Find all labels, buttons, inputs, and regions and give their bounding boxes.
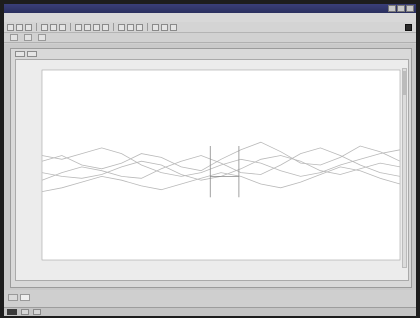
open-icon[interactable] <box>16 23 23 31</box>
cut-icon[interactable] <box>41 23 48 31</box>
title-bar <box>4 4 416 13</box>
option-dropdown[interactable] <box>24 34 32 41</box>
stop-icon[interactable] <box>127 23 134 31</box>
toolbar <box>4 22 416 33</box>
waveform-chart[interactable] <box>16 60 410 282</box>
save-icon[interactable] <box>25 23 32 31</box>
workspace <box>4 44 416 290</box>
options-toolbar <box>4 33 416 43</box>
bottom-tab[interactable] <box>8 294 18 301</box>
run-icon[interactable] <box>118 23 125 31</box>
bottom-tab[interactable] <box>20 294 30 301</box>
taskbar-app[interactable] <box>33 309 41 315</box>
document-tabs <box>15 51 37 57</box>
bottom-tabs <box>8 294 30 301</box>
export-icon[interactable] <box>170 23 177 31</box>
doc-tab[interactable] <box>15 51 25 57</box>
taskbar <box>4 307 416 316</box>
start-button[interactable] <box>7 309 17 315</box>
photo-frame <box>0 0 420 318</box>
toolbar-divider <box>147 23 148 31</box>
settings-icon[interactable] <box>136 23 143 31</box>
table-icon[interactable] <box>161 23 168 31</box>
toolbar-divider <box>113 23 114 31</box>
chart-icon[interactable] <box>152 23 159 31</box>
cursor-icon[interactable] <box>102 23 109 31</box>
app-window <box>4 4 416 316</box>
menu-bar <box>4 13 416 22</box>
vertical-scrollbar[interactable] <box>402 68 407 268</box>
copy-icon[interactable] <box>50 23 57 31</box>
zoom-in-icon[interactable] <box>75 23 82 31</box>
maximize-button[interactable] <box>397 5 405 12</box>
window-controls <box>388 5 414 12</box>
scrollbar-thumb[interactable] <box>403 71 406 95</box>
doc-tab[interactable] <box>27 51 37 57</box>
zoom-out-icon[interactable] <box>84 23 91 31</box>
new-icon[interactable] <box>7 23 14 31</box>
option-dropdown[interactable] <box>10 34 18 41</box>
taskbar-app[interactable] <box>21 309 29 315</box>
plot-panel <box>15 59 409 281</box>
option-dropdown[interactable] <box>38 34 46 41</box>
pan-icon[interactable] <box>93 23 100 31</box>
minimize-button[interactable] <box>388 5 396 12</box>
toolbar-divider <box>70 23 71 31</box>
toolbar-divider <box>36 23 37 31</box>
close-button[interactable] <box>406 5 414 12</box>
stop-icon[interactable] <box>405 24 412 31</box>
document-window <box>10 48 412 288</box>
paste-icon[interactable] <box>59 23 66 31</box>
